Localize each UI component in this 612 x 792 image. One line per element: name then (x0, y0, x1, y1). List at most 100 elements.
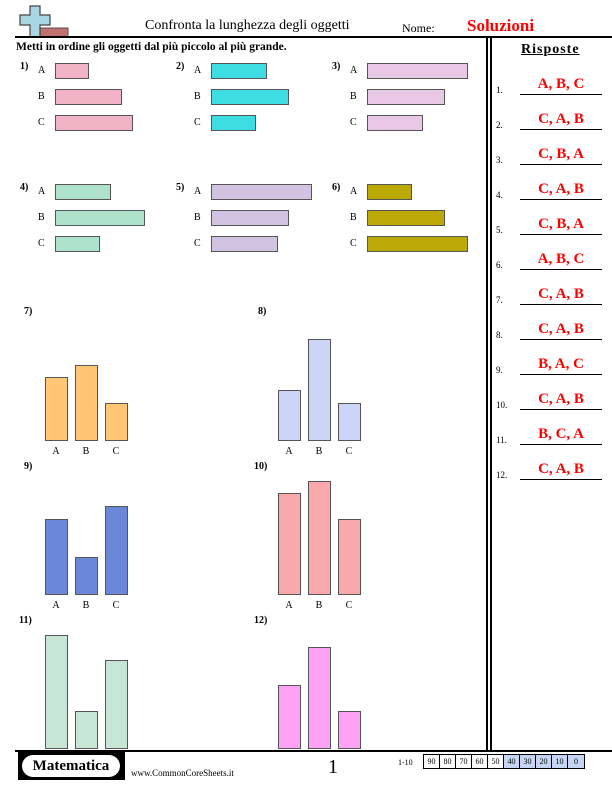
score-cell: 70 (456, 755, 472, 768)
object-label: C (38, 238, 45, 249)
answer-number: 6. (496, 260, 503, 270)
object-bar (367, 63, 468, 79)
object-bar (75, 557, 98, 595)
answer-row: 10. C, A, B (496, 390, 612, 410)
answer-number: 9. (496, 365, 503, 375)
object-bar (211, 115, 256, 131)
answer-value[interactable]: A, B, C (520, 251, 602, 268)
answer-value[interactable]: C, A, B (520, 391, 602, 408)
question-number: 3) (332, 61, 341, 72)
answer-value[interactable]: A, B, C (520, 76, 602, 93)
website-link[interactable]: www.CommonCoreSheets.it (131, 768, 234, 778)
answer-value[interactable]: B, A, C (520, 356, 602, 373)
question-number: 11) (19, 615, 32, 626)
object-bar (278, 685, 301, 749)
question-number: 9) (24, 461, 33, 472)
question-number: 5) (176, 182, 185, 193)
score-range-label: 1-10 (398, 758, 413, 767)
object-bar (45, 377, 68, 441)
answer-line (520, 233, 602, 235)
page-number: 1 (328, 756, 338, 778)
answer-line (520, 268, 602, 270)
answer-row: 4. C, A, B (496, 180, 612, 200)
answer-row: 12. C, A, B (496, 460, 612, 480)
object-bar (55, 184, 111, 200)
object-bar (367, 210, 445, 226)
object-label: B (194, 212, 201, 223)
object-bar (367, 236, 468, 252)
object-label: C (350, 117, 357, 128)
object-bar (105, 403, 128, 441)
object-label: A (38, 65, 46, 76)
question-number: 7) (24, 306, 33, 317)
object-label: B (350, 212, 357, 223)
object-bar (211, 89, 289, 105)
object-label: A (194, 186, 202, 197)
object-label: B (194, 91, 201, 102)
question-number: 4) (20, 182, 29, 193)
question-number: 12) (254, 615, 268, 626)
answer-row: 7. C, A, B (496, 285, 612, 305)
object-label: C (194, 117, 201, 128)
score-cell: 0 (568, 755, 584, 768)
header-divider (15, 36, 612, 38)
object-label: C (345, 446, 353, 457)
plus-ruler-logo-icon (19, 5, 69, 38)
answer-line (520, 198, 602, 200)
object-bar (45, 635, 68, 749)
question-number: 1) (20, 61, 29, 72)
brand-label: Matematica (22, 755, 120, 777)
answer-number: 10. (496, 400, 508, 410)
object-label: A (285, 600, 293, 611)
object-bar (55, 236, 100, 252)
score-cell: 90 (424, 755, 440, 768)
object-label: B (350, 91, 357, 102)
name-label: Nome: (402, 21, 435, 35)
answer-row: 2. C, A, B (496, 110, 612, 130)
score-cell: 40 (504, 755, 520, 768)
object-label: B (82, 446, 90, 457)
object-bar (55, 89, 122, 105)
object-bar (55, 115, 133, 131)
answer-number: 12. (496, 470, 508, 480)
object-label: C (345, 600, 353, 611)
answer-line (520, 408, 602, 410)
answer-column-divider (490, 38, 492, 750)
object-bar (308, 647, 331, 749)
question-number: 8) (258, 306, 267, 317)
object-label: B (315, 600, 323, 611)
answer-value[interactable]: C, B, A (520, 216, 602, 233)
answer-row: 8. C, A, B (496, 320, 612, 340)
answer-line (520, 93, 602, 95)
answer-value[interactable]: C, A, B (520, 111, 602, 128)
object-bar (55, 63, 89, 79)
answer-row: 3. C, B, A (496, 145, 612, 165)
object-label: B (82, 600, 90, 611)
answer-value[interactable]: C, A, B (520, 286, 602, 303)
answer-value[interactable]: C, A, B (520, 181, 602, 198)
answer-number: 7. (496, 295, 503, 305)
score-table: 90 80 70 60 50 40 30 20 10 0 (423, 754, 585, 769)
answer-value[interactable]: C, B, A (520, 146, 602, 163)
object-bar (278, 390, 301, 441)
object-bar (211, 210, 289, 226)
object-bar (45, 519, 68, 595)
object-bar (105, 506, 128, 595)
answer-value[interactable]: C, A, B (520, 321, 602, 338)
answer-line (520, 128, 602, 130)
answer-line (520, 303, 602, 305)
answer-value[interactable]: C, A, B (520, 461, 602, 478)
object-bar (367, 184, 412, 200)
answer-value[interactable]: B, C, A (520, 426, 602, 443)
object-bar (338, 711, 361, 749)
answer-line (520, 163, 602, 165)
answer-line (520, 373, 602, 375)
answer-line (520, 443, 602, 445)
question-number: 6) (332, 182, 341, 193)
answers-title: Risposte (521, 42, 580, 57)
object-label: A (52, 600, 60, 611)
score-cell: 80 (440, 755, 456, 768)
answer-line (520, 338, 602, 340)
answer-number: 8. (496, 330, 503, 340)
object-bar (75, 711, 98, 749)
